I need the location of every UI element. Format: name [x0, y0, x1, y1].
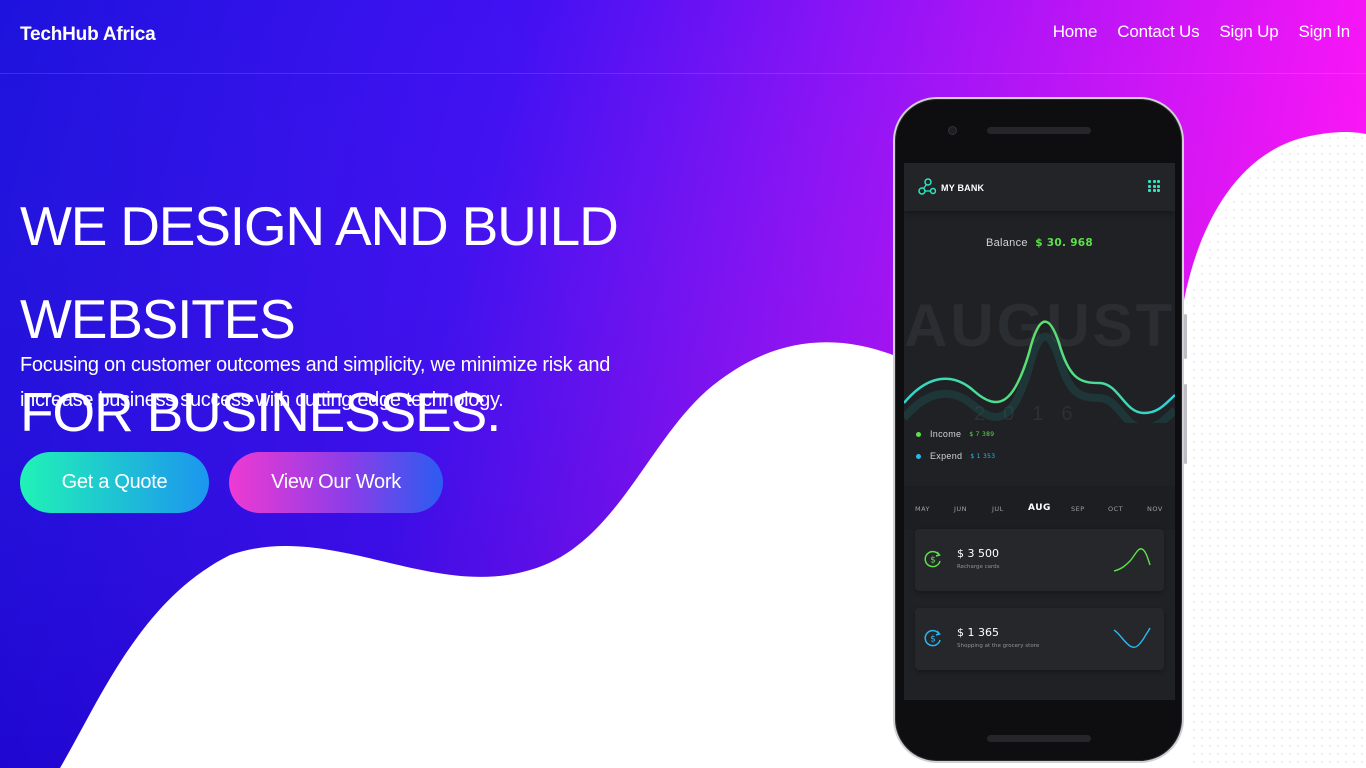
nav-link-contact-us[interactable]: Contact Us — [1117, 22, 1199, 42]
svg-text:$: $ — [930, 635, 936, 645]
hero-subtext: Focusing on customer outcomes and simpli… — [20, 354, 611, 411]
brand-logo[interactable]: TechHub Africa — [20, 24, 156, 46]
dollar-refresh-icon: $ — [924, 629, 941, 647]
top-navbar: TechHub Africa Home Contact Us Sign Up S… — [0, 0, 1366, 74]
transaction-sparkline — [1113, 548, 1151, 572]
phone-side-button — [1184, 314, 1187, 359]
blue-dot-icon — [916, 453, 921, 459]
balance-display: Balance $ 30. 968 — [904, 237, 1175, 249]
month-tab-may[interactable]: MAY — [915, 505, 930, 513]
month-tab-jun[interactable]: JUN — [954, 505, 967, 513]
transaction-description: Recharge cards — [957, 564, 1000, 570]
view-our-work-button[interactable]: View Our Work — [229, 452, 443, 513]
legend-expend: Expend $ 1 353 — [916, 451, 995, 461]
nav-link-home[interactable]: Home — [1053, 22, 1098, 42]
month-tab-oct[interactable]: OCT — [1108, 505, 1123, 513]
phone-speaker-top — [987, 127, 1091, 134]
balance-value: $ 30. 968 — [1035, 237, 1094, 249]
legend-expend-value: $ 1 353 — [970, 452, 996, 460]
legend-income-label: Income — [930, 429, 962, 439]
transaction-description: Shopping at the grocery store — [957, 643, 1040, 649]
nav-link-sign-in[interactable]: Sign In — [1298, 22, 1350, 42]
share-nodes-icon — [918, 178, 936, 195]
legend-income: Income $ 7 389 — [916, 429, 994, 439]
balance-label: Balance — [985, 237, 1028, 249]
phone-speaker-bottom — [987, 735, 1091, 742]
month-tab-nov[interactable]: NOV — [1147, 505, 1163, 513]
transaction-amount: $ 1 365 — [957, 626, 999, 639]
month-selector: MAY JUN JUL AUG SEP OCT NOV — [904, 486, 1175, 530]
svg-text:$: $ — [930, 556, 936, 566]
dollar-refresh-icon: $ — [924, 550, 941, 568]
phone-camera — [948, 126, 957, 135]
phone-volume-button — [1184, 384, 1187, 464]
transaction-card[interactable]: $ $ 3 500 Recharge cards — [915, 529, 1164, 591]
transaction-amount: $ 3 500 — [957, 547, 999, 560]
app-title: MY BANK — [941, 183, 985, 193]
phone-mockup: MY BANK Balance $ 30. 968 AUGUST 2016 In… — [893, 97, 1187, 763]
nav-links: Home Contact Us Sign Up Sign In — [1033, 22, 1350, 42]
hero-headline-line-1: WE DESIGN AND BUILD WEBSITES — [20, 195, 619, 350]
transaction-card[interactable]: $ $ 1 365 Shopping at the grocery store — [915, 608, 1164, 670]
balance-line-chart — [904, 320, 1175, 423]
green-dot-icon — [916, 431, 921, 437]
grid-menu-icon[interactable] — [1148, 180, 1160, 192]
legend-expend-label: Expend — [930, 451, 963, 461]
month-tab-jul[interactable]: JUL — [992, 505, 1004, 513]
nav-link-sign-up[interactable]: Sign Up — [1219, 22, 1278, 42]
legend-income-value: $ 7 389 — [969, 430, 995, 438]
phone-screen: MY BANK Balance $ 30. 968 AUGUST 2016 In… — [904, 163, 1175, 700]
month-tab-aug[interactable]: AUG — [1028, 503, 1051, 513]
app-header: MY BANK — [904, 163, 1175, 211]
get-a-quote-button[interactable]: Get a Quote — [20, 452, 209, 513]
transaction-sparkline — [1113, 627, 1151, 648]
month-tab-sep[interactable]: SEP — [1071, 505, 1085, 513]
